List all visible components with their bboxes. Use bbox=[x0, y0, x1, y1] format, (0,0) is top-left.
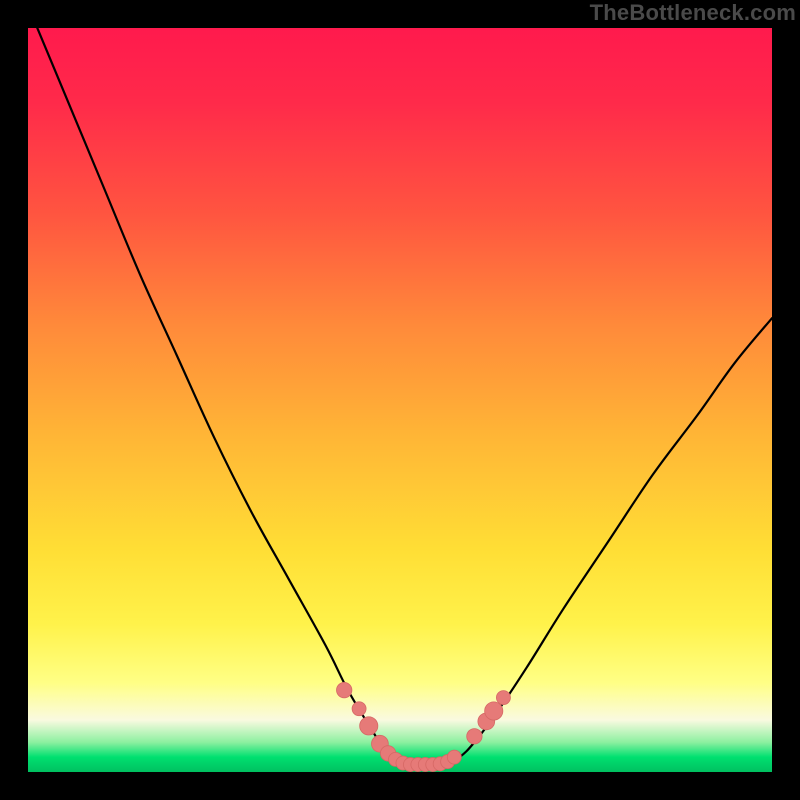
bottleneck-curve bbox=[28, 28, 772, 765]
plot-area bbox=[28, 28, 772, 772]
data-marker bbox=[337, 682, 352, 697]
data-marker bbox=[352, 702, 366, 716]
chart-frame: TheBottleneck.com bbox=[0, 0, 800, 800]
data-marker bbox=[467, 729, 482, 744]
curve-layer bbox=[28, 28, 772, 772]
watermark-label: TheBottleneck.com bbox=[590, 0, 796, 26]
data-marker bbox=[485, 702, 503, 720]
data-marker bbox=[360, 717, 378, 735]
data-marker bbox=[447, 750, 461, 764]
data-marker bbox=[496, 691, 510, 705]
